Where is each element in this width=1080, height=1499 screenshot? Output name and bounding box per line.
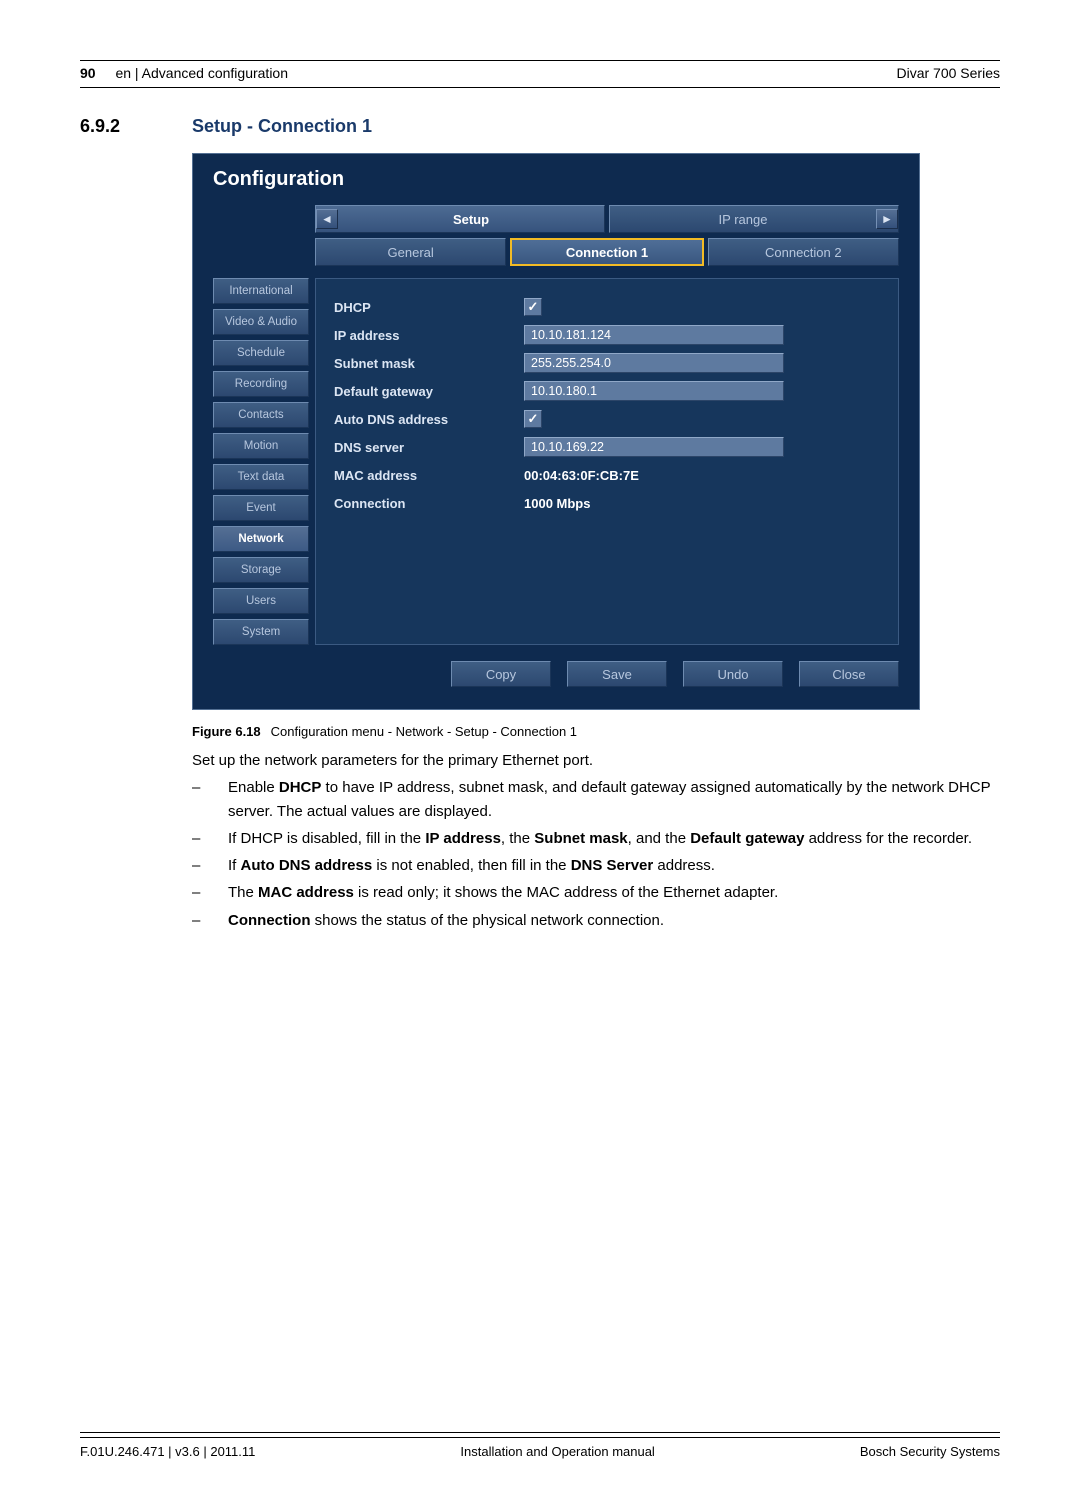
- dns-label: DNS server: [334, 440, 524, 455]
- menu-system[interactable]: System: [213, 619, 309, 645]
- connection-value: 1000 Mbps: [524, 496, 590, 511]
- copy-button[interactable]: Copy: [451, 661, 551, 687]
- autodns-label: Auto DNS address: [334, 412, 524, 427]
- menu-event[interactable]: Event: [213, 495, 309, 521]
- figure-number: Figure 6.18: [192, 724, 261, 739]
- main-tab-ip-range[interactable]: IP range ►: [609, 205, 899, 233]
- footer-rule-top: [80, 1432, 1000, 1433]
- section-title: Setup - Connection 1: [192, 116, 372, 137]
- subtab-general[interactable]: General: [315, 238, 506, 266]
- figure-caption-text: Configuration menu - Network - Setup - C…: [271, 724, 577, 739]
- dhcp-label: DHCP: [334, 300, 524, 315]
- header-rule-top: [80, 60, 1000, 61]
- menu-video-audio[interactable]: Video & Audio: [213, 309, 309, 335]
- footer-left: F.01U.246.471 | v3.6 | 2011.11: [80, 1444, 255, 1459]
- ip-label: IP address: [334, 328, 524, 343]
- mac-value: 00:04:63:0F:CB:7E: [524, 468, 639, 483]
- menu-international[interactable]: International: [213, 278, 309, 304]
- arrow-left-icon[interactable]: ◄: [316, 209, 338, 229]
- bullet-2: –If DHCP is disabled, fill in the IP add…: [192, 827, 1000, 850]
- page-header: 90 en | Advanced configuration Divar 700…: [80, 65, 1000, 88]
- arrow-right-icon[interactable]: ►: [876, 209, 898, 229]
- menu-storage[interactable]: Storage: [213, 557, 309, 583]
- menu-motion[interactable]: Motion: [213, 433, 309, 459]
- form-area: DHCP ✓ IP address 10.10.181.124 Subnet m…: [315, 278, 899, 645]
- main-tab-setup-label: Setup: [338, 212, 604, 227]
- page-footer: F.01U.246.471 | v3.6 | 2011.11 Installat…: [80, 1437, 1000, 1459]
- undo-button[interactable]: Undo: [683, 661, 783, 687]
- subtab-general-label: General: [316, 245, 505, 260]
- side-menu: International Video & Audio Schedule Rec…: [213, 278, 309, 645]
- autodns-checkbox[interactable]: ✓: [524, 410, 542, 428]
- gateway-input[interactable]: 10.10.180.1: [524, 381, 784, 401]
- subtab-connection-1[interactable]: Connection 1: [510, 238, 703, 266]
- body-text: Set up the network parameters for the pr…: [192, 749, 1000, 932]
- bullet-1: –Enable DHCP to have IP address, subnet …: [192, 776, 1000, 823]
- section-number: 6.9.2: [80, 116, 192, 153]
- menu-contacts[interactable]: Contacts: [213, 402, 309, 428]
- header-right-text: Divar 700 Series: [897, 65, 1001, 81]
- subnet-input[interactable]: 255.255.254.0: [524, 353, 784, 373]
- configuration-panel: Configuration ◄ Setup IP range ► General: [192, 153, 920, 710]
- save-button[interactable]: Save: [567, 661, 667, 687]
- gateway-label: Default gateway: [334, 384, 524, 399]
- close-button[interactable]: Close: [799, 661, 899, 687]
- menu-text-data[interactable]: Text data: [213, 464, 309, 490]
- menu-network[interactable]: Network: [213, 526, 309, 552]
- subtab-connection-2-label: Connection 2: [709, 245, 898, 260]
- subnet-label: Subnet mask: [334, 356, 524, 371]
- subtab-connection-1-label: Connection 1: [512, 245, 701, 260]
- menu-recording[interactable]: Recording: [213, 371, 309, 397]
- bullet-4: –The MAC address is read only; it shows …: [192, 881, 1000, 904]
- bullet-3: –If Auto DNS address is not enabled, the…: [192, 854, 1000, 877]
- header-left-text: en | Advanced configuration: [115, 65, 288, 81]
- panel-title: Configuration: [213, 168, 899, 191]
- footer-center: Installation and Operation manual: [460, 1444, 654, 1459]
- footer-right: Bosch Security Systems: [860, 1444, 1000, 1459]
- page-number: 90: [80, 65, 96, 81]
- main-tab-setup[interactable]: ◄ Setup: [315, 205, 605, 233]
- mac-label: MAC address: [334, 468, 524, 483]
- dhcp-checkbox[interactable]: ✓: [524, 298, 542, 316]
- subtab-connection-2[interactable]: Connection 2: [708, 238, 899, 266]
- connection-label: Connection: [334, 496, 524, 511]
- menu-users[interactable]: Users: [213, 588, 309, 614]
- dns-input[interactable]: 10.10.169.22: [524, 437, 784, 457]
- intro-text: Set up the network parameters for the pr…: [192, 749, 1000, 772]
- figure-caption: Figure 6.18 Configuration menu - Network …: [192, 724, 1000, 739]
- menu-schedule[interactable]: Schedule: [213, 340, 309, 366]
- main-tab-ip-range-label: IP range: [610, 212, 876, 227]
- ip-input[interactable]: 10.10.181.124: [524, 325, 784, 345]
- bullet-5: –Connection shows the status of the phys…: [192, 909, 1000, 932]
